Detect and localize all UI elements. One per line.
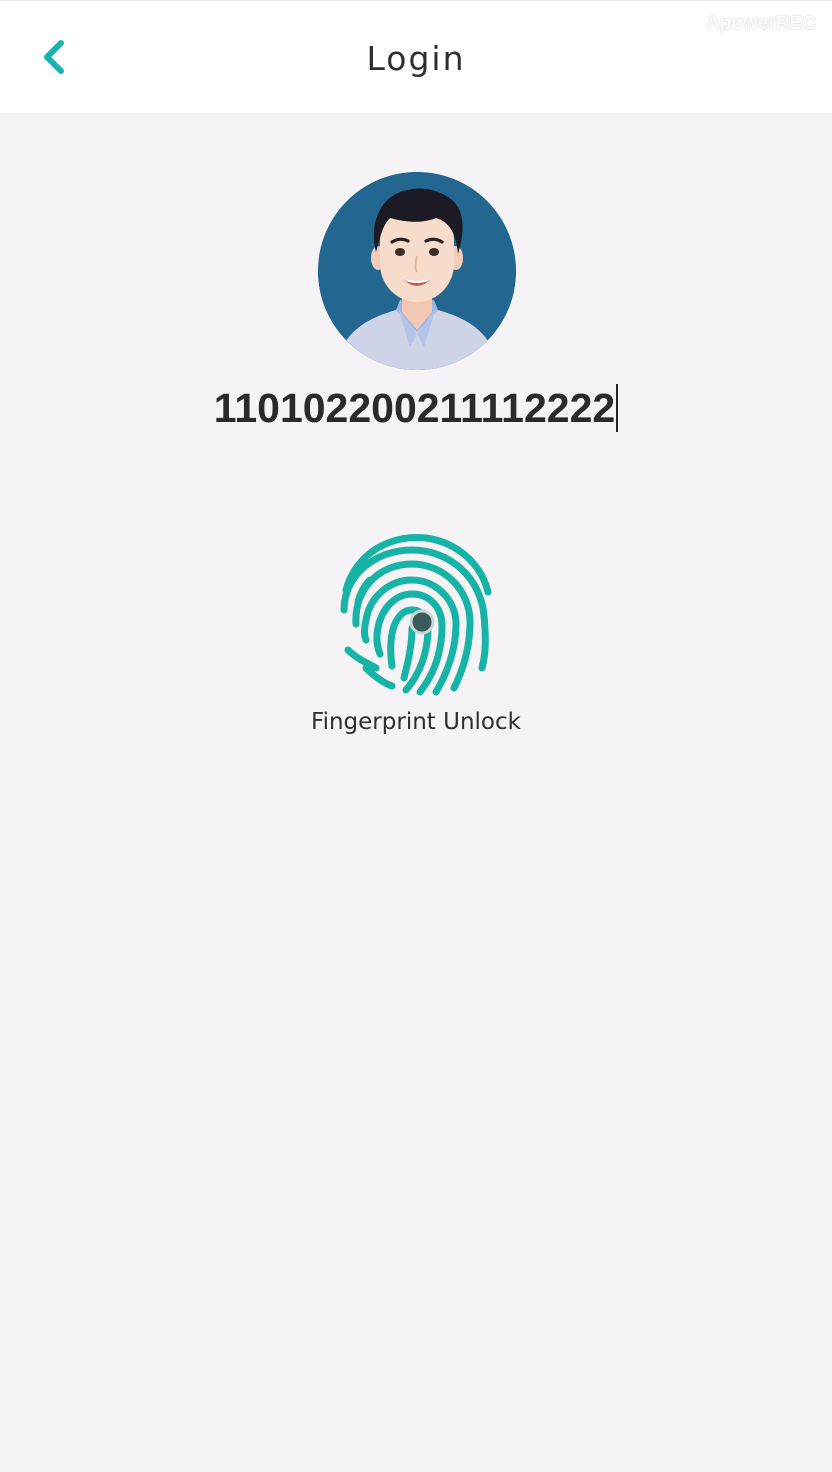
user-avatar-illustration bbox=[318, 172, 516, 370]
avatar bbox=[318, 172, 516, 370]
top-app-bar: Login ApowerREC bbox=[0, 0, 832, 113]
page-title: Login bbox=[366, 39, 466, 78]
recorder-watermark: ApowerREC bbox=[706, 13, 816, 34]
account-number[interactable]: 110102200211112222 bbox=[0, 382, 832, 434]
fingerprint-icon bbox=[340, 533, 492, 696]
fingerprint-unlock-button[interactable] bbox=[336, 528, 496, 698]
fingerprint-unlock-label: Fingerprint Unlock bbox=[311, 709, 521, 735]
text-caret bbox=[616, 384, 619, 432]
account-number-text: 110102200211112222 bbox=[213, 385, 616, 431]
